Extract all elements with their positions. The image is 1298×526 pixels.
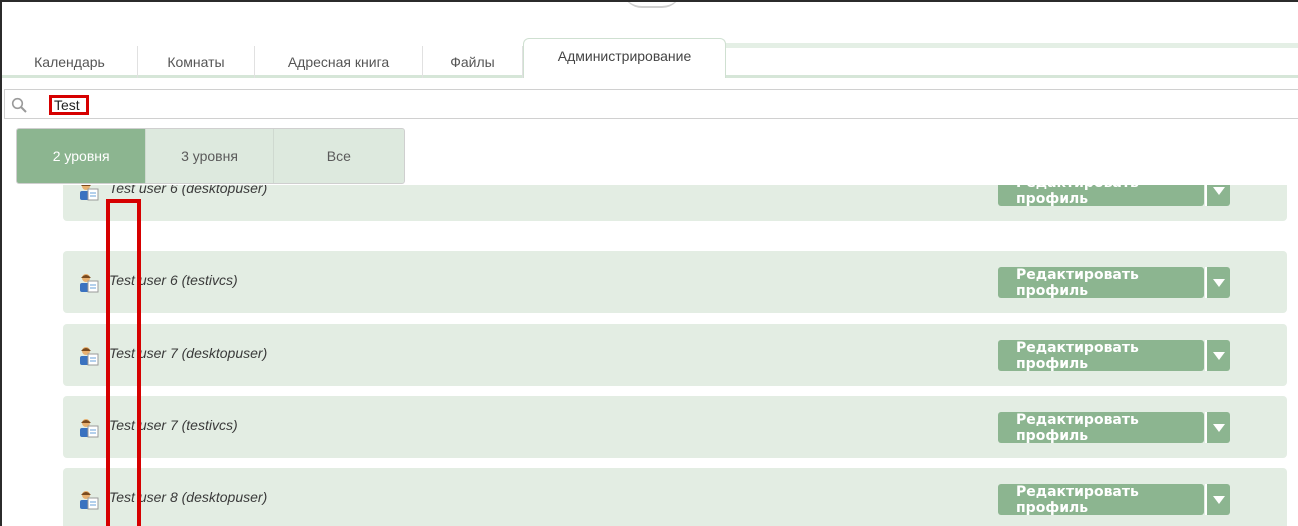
dropdown-caret-button[interactable] [1205,267,1230,298]
tab-administration[interactable]: Администрирование [523,38,726,78]
app-window: Календарь Комнаты Адресная книга Файлы А… [0,0,1298,526]
tab-files[interactable]: Файлы [423,46,523,78]
list-item: Test user 8 (desktopuser) Редактировать … [63,468,1287,526]
chevron-down-icon [1212,495,1225,504]
user-name[interactable]: Test user 6 (testivcs) [109,272,238,288]
search-icon [11,97,27,113]
list-item: Test user 7 (desktopuser) Редактировать … [63,324,1287,386]
edit-profile-button[interactable]: Редактировать профиль [998,267,1204,299]
user-name[interactable]: Test user 8 (desktopuser) [109,489,267,505]
level-2-button[interactable]: 2 уровня [17,129,147,183]
list-item: Test user 7 (testivcs) Редактировать про… [63,396,1287,458]
dropdown-caret-button[interactable] [1205,185,1230,206]
chevron-down-icon [1212,186,1225,195]
top-arc-decoration [622,2,682,8]
user-name[interactable]: Test user 7 (desktopuser) [109,345,267,361]
edit-profile-button[interactable]: Редактировать профиль [998,412,1204,444]
list-item: Test user 6 (testivcs) Редактировать про… [63,251,1287,313]
level-filter: 2 уровня 3 уровня Все [16,128,405,184]
user-list: Test user 6 (desktopuser) Редактировать … [63,185,1287,526]
level-all-button[interactable]: Все [274,129,404,183]
tab-rooms[interactable]: Комнаты [138,46,255,78]
user-name[interactable]: Test user 6 (desktopuser) [109,185,267,196]
chevron-down-icon [1212,351,1225,360]
edit-profile-button[interactable]: Редактировать профиль [998,484,1204,516]
tab-address-book[interactable]: Адресная книга [255,46,423,78]
user-profile-icon [80,419,99,438]
chevron-down-icon [1212,278,1225,287]
user-profile-icon [80,274,99,293]
tab-band [726,43,1298,48]
user-profile-icon [80,347,99,366]
search-bar [4,89,1298,119]
edit-profile-button[interactable]: Редактировать профиль [998,185,1204,207]
user-profile-icon [80,491,99,510]
tab-bar: Календарь Комнаты Адресная книга Файлы А… [2,38,1298,78]
user-profile-icon [80,185,99,201]
search-input[interactable] [49,95,89,115]
level-3-button[interactable]: 3 уровня [146,129,274,183]
dropdown-caret-button[interactable] [1205,484,1230,515]
dropdown-caret-button[interactable] [1205,412,1230,443]
list-item: Test user 6 (desktopuser) Редактировать … [63,185,1287,221]
dropdown-caret-button[interactable] [1205,340,1230,371]
tab-calendar[interactable]: Календарь [2,46,138,78]
chevron-down-icon [1212,423,1225,432]
user-name[interactable]: Test user 7 (testivcs) [109,417,238,433]
edit-profile-button[interactable]: Редактировать профиль [998,340,1204,372]
